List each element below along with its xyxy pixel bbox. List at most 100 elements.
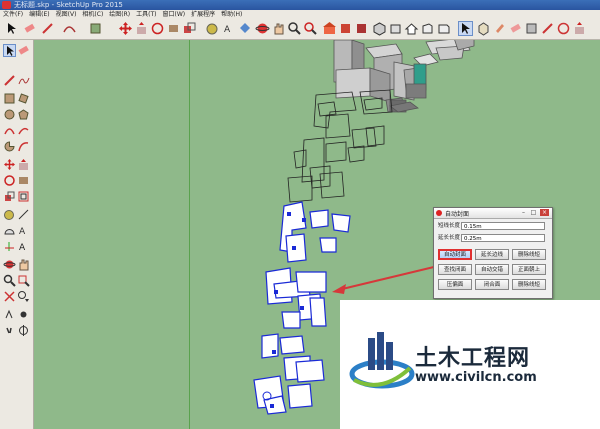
building-blocks: [333, 40, 475, 113]
share-model-icon[interactable]: [338, 21, 353, 36]
paint-icon[interactable]: [492, 21, 507, 36]
maximize-button[interactable]: □: [529, 209, 538, 216]
look-around-icon[interactable]: [17, 308, 30, 321]
rectangle-icon[interactable]: [88, 21, 103, 36]
protractor-icon[interactable]: [3, 224, 16, 237]
left-toolbar: A A: [0, 40, 34, 429]
eraser-icon[interactable]: [22, 21, 37, 36]
arc3-icon[interactable]: [17, 140, 30, 153]
warehouse-icon[interactable]: [322, 21, 337, 36]
line-icon[interactable]: [3, 74, 16, 87]
zoom-side-icon[interactable]: [3, 274, 16, 287]
front-view-icon[interactable]: [420, 21, 435, 36]
section-plane-icon[interactable]: [17, 324, 30, 337]
freehand-icon[interactable]: [17, 74, 30, 87]
push-pull-side-icon[interactable]: [17, 158, 30, 171]
push-pull-icon[interactable]: [134, 21, 149, 36]
face-up-button[interactable]: 正面朝上: [512, 264, 546, 275]
minimize-button[interactable]: –: [519, 209, 528, 216]
pan-icon[interactable]: [271, 21, 286, 36]
select-tool-icon[interactable]: [458, 21, 473, 36]
svg-text:A: A: [224, 25, 231, 35]
pencil-icon[interactable]: [40, 21, 55, 36]
orbit-icon[interactable]: [255, 21, 270, 36]
menu-tools[interactable]: 工具(T): [133, 10, 159, 19]
watermark-name: 土木工程网: [415, 346, 531, 371]
pencil2-icon[interactable]: [540, 21, 555, 36]
paint-bucket-icon[interactable]: [237, 21, 252, 36]
pan-side-icon[interactable]: [17, 258, 30, 271]
rotated-rect-icon[interactable]: [17, 92, 30, 105]
eraser2-icon[interactable]: [508, 21, 523, 36]
extend-length-input[interactable]: 0.25m: [461, 234, 545, 242]
menu-window[interactable]: 窗口(W): [160, 10, 189, 19]
menu-view[interactable]: 视图(V): [53, 10, 80, 19]
dialog-title: 自动封面: [445, 211, 470, 218]
push-pull2-icon[interactable]: [572, 21, 587, 36]
delete-short-lines-button[interactable]: 删除线短: [512, 249, 546, 260]
arc-side-icon[interactable]: [3, 124, 16, 137]
close-face-button[interactable]: 闭合面: [475, 279, 509, 290]
extend-edges-button[interactable]: 延长边线: [475, 249, 509, 260]
arc-icon[interactable]: [62, 21, 77, 36]
select-icon[interactable]: [3, 44, 16, 57]
zoom-icon[interactable]: [287, 21, 302, 36]
rect-side-icon[interactable]: [3, 92, 16, 105]
text-icon[interactable]: A: [221, 21, 236, 36]
eraser-side-icon[interactable]: [17, 44, 30, 57]
home-view-icon[interactable]: [404, 21, 419, 36]
window-title: 无标题.skp - SketchUp Pro 2015: [14, 1, 123, 9]
menu-camera[interactable]: 相机(C): [79, 10, 106, 19]
menu-extensions[interactable]: 扩展程序: [188, 10, 218, 19]
rotate-icon[interactable]: [150, 21, 165, 36]
auto-face-button[interactable]: 自动封面: [438, 249, 472, 260]
top-view-icon[interactable]: [388, 21, 403, 36]
find-closed-face-button[interactable]: 查找闭面: [438, 264, 472, 275]
rotate-side-icon[interactable]: [3, 174, 16, 187]
select-arrow-icon[interactable]: [4, 21, 19, 36]
component-icon[interactable]: [476, 21, 491, 36]
dialog-app-icon: [436, 210, 442, 216]
wireframe-footprints: [287, 89, 393, 203]
zoom-extents-side-icon[interactable]: [3, 290, 16, 303]
pie-icon[interactable]: [3, 140, 16, 153]
axes-icon[interactable]: [3, 240, 16, 253]
menu-edit[interactable]: 编辑(E): [26, 10, 52, 19]
right-view-icon[interactable]: [436, 21, 451, 36]
text-side-icon[interactable]: A: [17, 224, 30, 237]
circle-icon[interactable]: [556, 21, 571, 36]
follow-me-icon[interactable]: [166, 21, 181, 36]
scale-icon[interactable]: [182, 21, 197, 36]
close-button[interactable]: ×: [540, 209, 549, 216]
delete-short-lines-2-button[interactable]: 删除线短: [512, 279, 546, 290]
position-camera-icon[interactable]: [3, 308, 16, 321]
menu-draw[interactable]: 绘图(R): [106, 10, 133, 19]
zoom-window-icon[interactable]: [17, 274, 30, 287]
short-length-input[interactable]: 0.15m: [461, 222, 545, 230]
previous-view-icon[interactable]: [17, 290, 30, 303]
move-icon[interactable]: [118, 21, 133, 36]
dimension-icon[interactable]: [17, 208, 30, 221]
extension-icon[interactable]: [354, 21, 369, 36]
tape-measure-icon[interactable]: [205, 21, 220, 36]
scale-side-icon[interactable]: [3, 190, 16, 203]
polygon-icon[interactable]: [17, 108, 30, 121]
arc2-icon[interactable]: [17, 124, 30, 137]
orbit-side-icon[interactable]: [3, 258, 16, 271]
follow-me-side-icon[interactable]: [17, 174, 30, 187]
zoom-extents-icon[interactable]: [303, 21, 318, 36]
3d-text-icon[interactable]: A: [17, 240, 30, 253]
annotation-arrow: [332, 265, 439, 294]
move-side-icon[interactable]: [3, 158, 16, 171]
auto-intersect-button[interactable]: 自动交错: [475, 264, 509, 275]
extend-length-label: 延长长度: [438, 235, 461, 241]
offset-icon[interactable]: [17, 190, 30, 203]
flatten-face-button[interactable]: 压偏面: [438, 279, 472, 290]
rectangle2-icon[interactable]: [524, 21, 539, 36]
circle-side-icon[interactable]: [3, 108, 16, 121]
tape-side-icon[interactable]: [3, 208, 16, 221]
menu-help[interactable]: 帮助(H): [218, 10, 245, 19]
iso-view-icon[interactable]: [372, 21, 387, 36]
walk-icon[interactable]: [3, 324, 16, 337]
menu-file[interactable]: 文件(F): [0, 10, 26, 19]
